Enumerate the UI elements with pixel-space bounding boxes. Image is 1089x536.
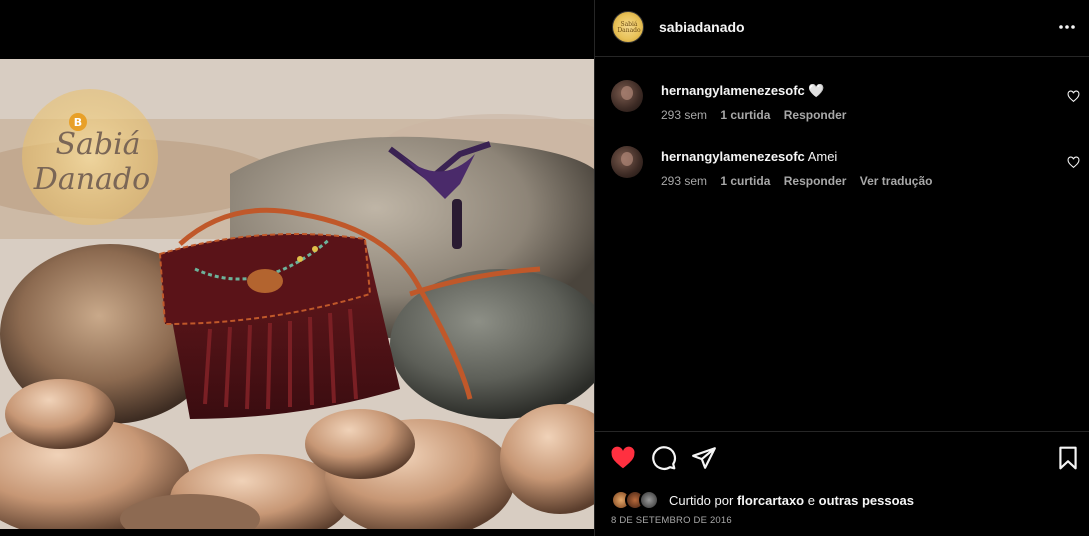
heart-filled-icon[interactable] [610, 445, 636, 471]
author-username[interactable]: sabiadanado [659, 19, 745, 35]
comment-username[interactable]: hernangylamenezesofc [661, 83, 805, 98]
reply-button[interactable]: Responder [784, 108, 847, 122]
photo-illustration: B Sabiá Danado [0, 59, 594, 529]
more-options-icon[interactable] [1057, 17, 1077, 37]
comment-meta: 293 sem 1 curtida Responder Ver tradução [661, 174, 942, 188]
comment-item: hernangylamenezesofc 🤍 293 sem 1 curtida… [595, 74, 1089, 134]
comment-text: hernangylamenezesofc Amei [661, 149, 837, 164]
media-pane: B Sabiá Danado [0, 0, 594, 536]
post-header: Sabiá Danado sabiadanado [595, 0, 1089, 57]
bookmark-icon[interactable] [1055, 445, 1081, 471]
comment-likes[interactable]: 1 curtida [720, 174, 770, 188]
author-avatar[interactable]: Sabiá Danado [612, 11, 644, 43]
comment-like-heart-icon[interactable] [1067, 156, 1080, 169]
post-date[interactable]: 8 DE SETEMBRO DE 2016 [611, 515, 732, 526]
liker-avatar [639, 490, 659, 510]
comment-like-heart-icon[interactable] [1067, 90, 1080, 103]
liker-username[interactable]: florcartaxo [737, 493, 804, 508]
post-details-panel: Sabiá Danado sabiadanado hernangylamenez… [594, 0, 1089, 536]
comment-avatar[interactable] [611, 80, 643, 112]
author-avatar-text: Sabiá Danado [617, 21, 641, 34]
others-link[interactable]: outras pessoas [819, 493, 914, 508]
comment-body: Amei [807, 149, 838, 164]
share-icon[interactable] [691, 445, 717, 471]
likes-prefix: Curtido por [669, 493, 734, 508]
comment-item: hernangylamenezesofc Amei 293 sem 1 curt… [595, 140, 1089, 200]
comment-meta: 293 sem 1 curtida Responder [661, 108, 856, 122]
comments-list: hernangylamenezesofc 🤍 293 sem 1 curtida… [595, 58, 1089, 432]
watermark-logo: B Sabiá Danado [22, 89, 158, 225]
likes-summary: Curtido por florcartaxo e outras pessoas [611, 489, 1081, 511]
comment-age[interactable]: 293 sem [661, 174, 707, 188]
liker-avatars[interactable] [611, 489, 663, 511]
comment-likes[interactable]: 1 curtida [720, 108, 770, 122]
watermark-line1: Sabiá [55, 127, 140, 162]
post-photo[interactable]: B Sabiá Danado [0, 59, 594, 529]
comment-age[interactable]: 293 sem [661, 108, 707, 122]
post-actions-bar [595, 445, 1089, 477]
watermark-line2: Danado [33, 162, 150, 197]
comment-avatar[interactable] [611, 146, 643, 178]
comment-icon[interactable] [651, 445, 677, 471]
reply-button[interactable]: Responder [784, 174, 847, 188]
comment-body: 🤍 [808, 83, 825, 98]
comment-username[interactable]: hernangylamenezesofc [661, 149, 805, 164]
likes-joiner: e [807, 493, 815, 508]
translate-button[interactable]: Ver tradução [860, 174, 933, 188]
likes-text: Curtido por florcartaxo e outras pessoas [669, 493, 914, 508]
comment-text: hernangylamenezesofc 🤍 [661, 83, 825, 99]
